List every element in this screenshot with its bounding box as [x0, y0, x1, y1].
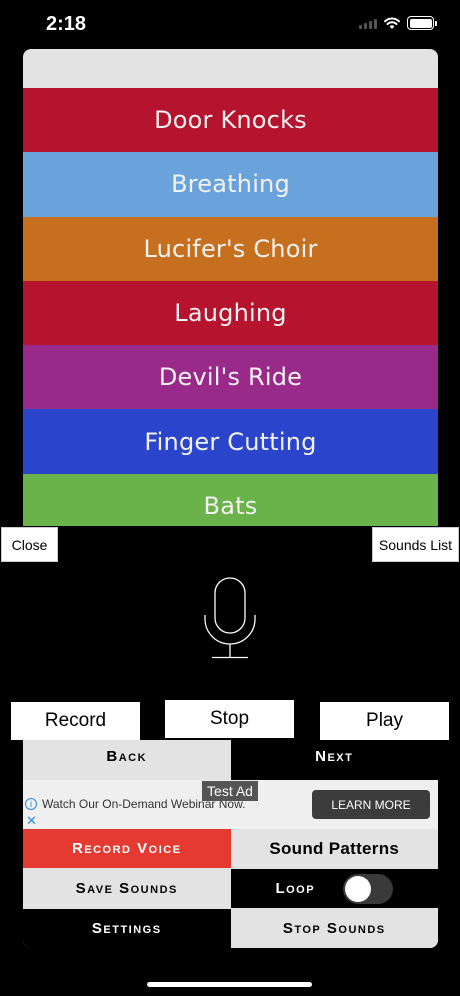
- sound-list-item[interactable]: Laughing: [23, 280, 438, 346]
- bottom-panel: Back Next i Watch Our On-Demand Webinar …: [23, 740, 438, 948]
- sound-list: Door Knocks Breathing Lucifer's Choir Laugh…: [23, 88, 438, 526]
- stop-sounds-button[interactable]: Stop Sounds: [230, 909, 438, 948]
- play-button[interactable]: Play: [320, 702, 449, 740]
- save-sounds-button[interactable]: Save Sounds: [23, 869, 231, 908]
- next-button[interactable]: Next: [230, 740, 438, 780]
- loop-control: Loop: [230, 869, 438, 908]
- battery-icon: [407, 16, 437, 30]
- options-row-2: Save Sounds Loop: [23, 869, 438, 908]
- learn-more-button[interactable]: LEARN MORE: [312, 790, 430, 819]
- sound-list-item[interactable]: Finger Cutting: [23, 409, 438, 474]
- sound-list-item[interactable]: Devil's Ride: [23, 345, 438, 410]
- info-icon[interactable]: i: [25, 798, 37, 810]
- options-row-1: Record Voice Sound Patterns: [23, 829, 438, 868]
- sound-list-item[interactable]: Breathing: [23, 152, 438, 217]
- loop-toggle[interactable]: [343, 873, 394, 904]
- sound-list-item[interactable]: Bats: [23, 473, 438, 526]
- status-time: 2:18: [46, 13, 87, 35]
- close-button[interactable]: Close: [1, 527, 58, 562]
- sound-list-panel: Door Knocks Breathing Lucifer's Choir Laugh…: [23, 49, 438, 526]
- record-button[interactable]: Record: [11, 702, 140, 740]
- wifi-icon: [384, 17, 400, 29]
- cellular-signal-icon: [359, 17, 377, 29]
- record-voice-button[interactable]: Record Voice: [23, 829, 231, 868]
- toggle-knob: [345, 875, 372, 902]
- status-icons: [359, 16, 437, 30]
- stop-button[interactable]: Stop: [165, 700, 294, 738]
- settings-button[interactable]: Settings: [23, 909, 231, 948]
- close-icon[interactable]: ✕: [26, 813, 37, 829]
- test-ad-badge: Test Ad: [202, 781, 258, 801]
- home-indicator: [147, 982, 312, 987]
- microphone-icon: [204, 577, 256, 659]
- status-bar: 2:18: [0, 0, 460, 50]
- sound-list-item[interactable]: Door Knocks: [23, 88, 438, 153]
- nav-row: Back Next: [23, 740, 438, 780]
- back-button[interactable]: Back: [23, 740, 231, 780]
- loop-label: Loop: [275, 880, 316, 897]
- sounds-list-button[interactable]: Sounds List: [372, 527, 459, 562]
- sound-list-item[interactable]: Lucifer's Choir: [23, 216, 438, 281]
- options-row-3: Settings Stop Sounds: [23, 909, 438, 948]
- sound-patterns-button[interactable]: Sound Patterns: [230, 829, 438, 868]
